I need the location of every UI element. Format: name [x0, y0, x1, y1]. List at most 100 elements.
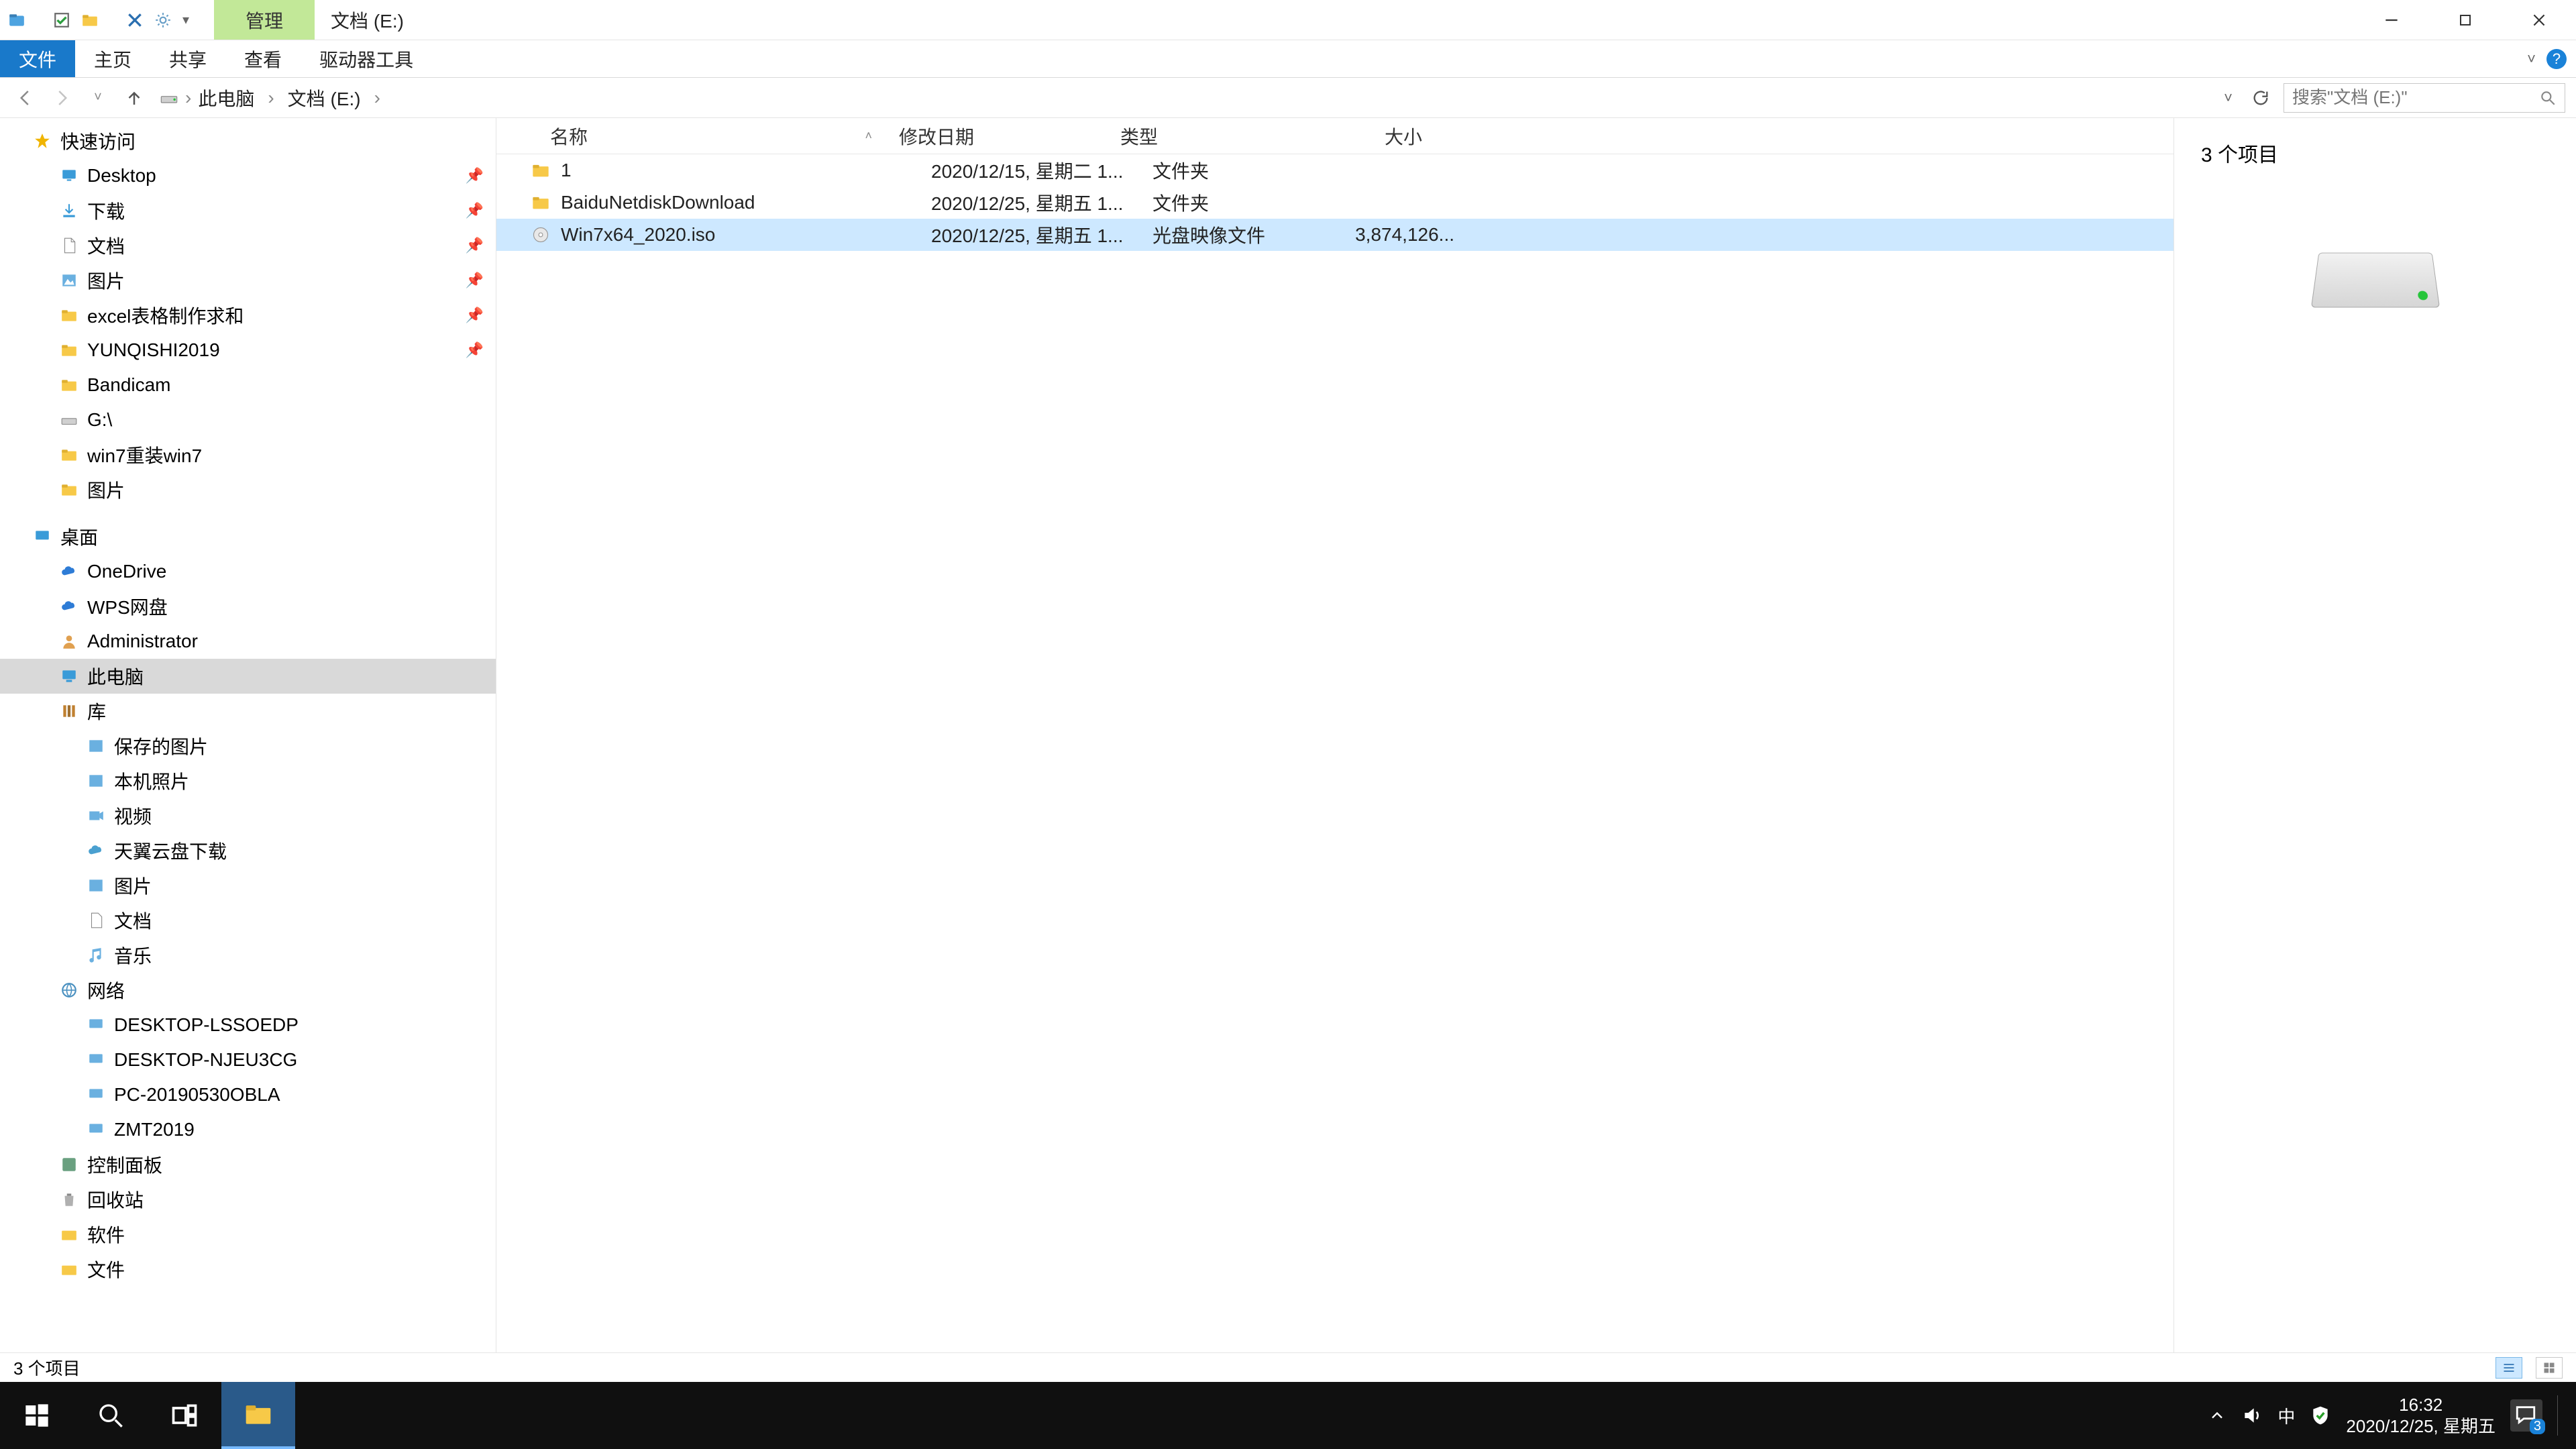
tab-drive-tools[interactable]: 驱动器工具 — [301, 40, 432, 77]
tree-camera[interactable]: 本机照片 — [0, 763, 496, 798]
tab-file[interactable]: 文件 — [0, 40, 75, 77]
task-view-button[interactable] — [148, 1382, 221, 1449]
tree-tianyi[interactable]: 天翼云盘下载 — [0, 833, 496, 868]
view-details-button[interactable] — [2496, 1357, 2522, 1379]
tree-g-drive[interactable]: G:\ — [0, 402, 496, 437]
tree-admin[interactable]: Administrator — [0, 624, 496, 659]
column-date[interactable]: 修改日期 — [899, 123, 1120, 150]
tree-win7[interactable]: win7重装win7 — [0, 437, 496, 472]
tree-saved-pics[interactable]: 保存的图片 — [0, 729, 496, 763]
checkbox-icon[interactable] — [53, 11, 70, 29]
tree-files[interactable]: 文件 — [0, 1252, 496, 1287]
tab-share[interactable]: 共享 — [150, 40, 225, 77]
tree-documents[interactable]: 文档 📌 — [0, 228, 496, 263]
breadcrumb-this-pc[interactable]: 此电脑 — [198, 85, 254, 111]
tree-network[interactable]: 网络 — [0, 973, 496, 1008]
column-size[interactable]: 大小 — [1295, 123, 1442, 150]
taskbar-explorer[interactable] — [221, 1382, 295, 1449]
close-button[interactable] — [2502, 0, 2576, 40]
tray-chevron-up-icon[interactable] — [2208, 1406, 2226, 1425]
folder-icon[interactable] — [81, 11, 99, 29]
search-box[interactable] — [2284, 83, 2565, 113]
picture-icon — [87, 772, 105, 790]
tree-label: 音乐 — [114, 942, 152, 969]
tree-downloads[interactable]: 下载 📌 — [0, 193, 496, 228]
tree-onedrive[interactable]: OneDrive — [0, 554, 496, 589]
security-icon[interactable] — [2310, 1405, 2331, 1426]
quick-access-toolbar: ▾ — [0, 0, 214, 40]
start-button[interactable] — [0, 1382, 74, 1449]
tree-label: win7重装win7 — [87, 441, 202, 468]
tree-net2[interactable]: DESKTOP-NJEU3CG — [0, 1042, 496, 1077]
forward-button[interactable] — [47, 83, 76, 113]
desktop-icon — [60, 167, 78, 184]
breadcrumb-chevron-icon[interactable]: › — [185, 87, 191, 109]
nav-tree[interactable]: 快速访问 Desktop 📌 下载 📌 文档 📌 图片 📌 excel表格制作求… — [0, 118, 496, 1352]
tree-label: YUNQISHI2019 — [87, 339, 220, 361]
tree-excel[interactable]: excel表格制作求和 📌 — [0, 298, 496, 333]
chevron-down-icon[interactable]: ▾ — [182, 11, 189, 28]
tab-home[interactable]: 主页 — [75, 40, 150, 77]
ribbon-expand-icon[interactable]: ˅ — [2527, 50, 2536, 68]
tree-pictures-lib[interactable]: 图片 — [0, 868, 496, 903]
file-row[interactable]: 12020/12/15, 星期二 1...文件夹 — [496, 154, 2174, 186]
tree-quick-access[interactable]: 快速访问 — [0, 123, 496, 158]
tree-net3[interactable]: PC-20190530OBLA — [0, 1077, 496, 1112]
network-icon — [60, 981, 78, 999]
tree-videos[interactable]: 视频 — [0, 798, 496, 833]
volume-icon[interactable] — [2241, 1405, 2263, 1426]
tree-this-pc[interactable]: 此电脑 — [0, 659, 496, 694]
breadcrumb-chevron-icon[interactable]: › — [368, 87, 387, 109]
tree-label: G:\ — [87, 409, 112, 431]
ime-indicator[interactable]: 中 — [2277, 1403, 2295, 1428]
tree-net4[interactable]: ZMT2019 — [0, 1112, 496, 1147]
tree-label: 文档 — [87, 232, 125, 259]
file-size: 3,874,126... — [1327, 224, 1474, 246]
tree-control-panel[interactable]: 控制面板 — [0, 1147, 496, 1182]
action-center-button[interactable]: 3 — [2510, 1399, 2542, 1432]
tree-yunqishi[interactable]: YUNQISHI2019 📌 — [0, 333, 496, 368]
file-row[interactable]: BaiduNetdiskDownload2020/12/25, 星期五 1...… — [496, 186, 2174, 219]
breadcrumb-chevron-icon[interactable]: › — [261, 87, 280, 109]
tree-recycle[interactable]: 回收站 — [0, 1182, 496, 1217]
contextual-tab-manage[interactable]: 管理 — [214, 0, 315, 40]
pin-icon: 📌 — [466, 341, 484, 359]
view-icons-button[interactable] — [2536, 1357, 2563, 1379]
tree-music[interactable]: 音乐 — [0, 938, 496, 973]
address-dropdown-icon[interactable]: ˅ — [2218, 89, 2238, 107]
back-button[interactable] — [11, 83, 40, 113]
file-name: BaiduNetdiskDownload — [561, 192, 931, 213]
tree-software[interactable]: 软件 — [0, 1217, 496, 1252]
search-input[interactable] — [2292, 87, 2532, 108]
file-row[interactable]: Win7x64_2020.iso2020/12/25, 星期五 1...光盘映像… — [496, 219, 2174, 251]
tree-label: 天翼云盘下载 — [114, 837, 227, 864]
tab-view[interactable]: 查看 — [225, 40, 301, 77]
tree-wps[interactable]: WPS网盘 — [0, 589, 496, 624]
tree-desktop[interactable]: 桌面 — [0, 519, 496, 554]
tree-pictures2[interactable]: 图片 — [0, 472, 496, 507]
column-type[interactable]: 类型 — [1120, 123, 1295, 150]
search-icon[interactable] — [2539, 89, 2557, 107]
history-dropdown-icon[interactable]: ˅ — [83, 83, 113, 113]
refresh-button[interactable] — [2245, 89, 2277, 107]
close-blue-icon[interactable] — [126, 11, 144, 29]
taskbar-search[interactable] — [74, 1382, 148, 1449]
tree-documents-lib[interactable]: 文档 — [0, 903, 496, 938]
tree-pictures-qa[interactable]: 图片 📌 — [0, 263, 496, 298]
show-desktop-button[interactable] — [2557, 1395, 2567, 1436]
minimize-button[interactable] — [2355, 0, 2428, 40]
taskbar-clock[interactable]: 16:32 2020/12/25, 星期五 — [2346, 1394, 2496, 1438]
tree-bandicam[interactable]: Bandicam — [0, 368, 496, 402]
tree-label: 快速访问 — [60, 127, 136, 154]
recycle-icon — [60, 1191, 78, 1208]
column-name[interactable]: 名称 ˄ — [496, 123, 899, 150]
tree-libraries[interactable]: 库 — [0, 694, 496, 729]
help-icon[interactable]: ? — [2546, 49, 2567, 69]
up-button[interactable] — [119, 83, 149, 113]
gear-icon[interactable] — [154, 11, 172, 29]
tree-desktop-qa[interactable]: Desktop 📌 — [0, 158, 496, 193]
maximize-button[interactable] — [2428, 0, 2502, 40]
folder-icon — [60, 1260, 78, 1278]
tree-net1[interactable]: DESKTOP-LSSOEDP — [0, 1008, 496, 1042]
breadcrumb-current[interactable]: 文档 (E:) — [288, 85, 361, 111]
